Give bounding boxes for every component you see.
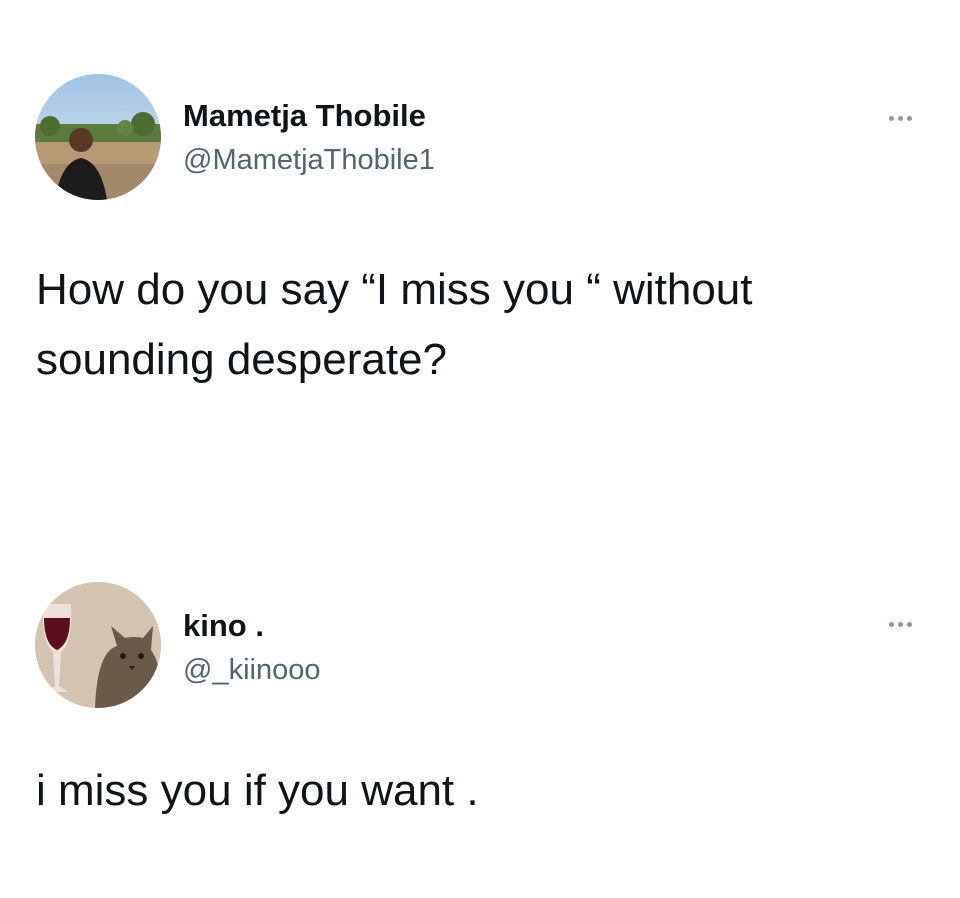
more-dots-icon	[888, 115, 894, 121]
display-name[interactable]: kino .	[183, 608, 264, 644]
user-handle[interactable]: @MametjaThobile1	[183, 142, 435, 178]
tweet-text: i miss you if you want .	[36, 766, 479, 815]
more-dots-icon	[897, 115, 903, 121]
more-dots-icon	[906, 621, 912, 627]
more-options-button[interactable]	[878, 106, 922, 130]
more-dots-icon	[906, 115, 912, 121]
tweet-text: How do you say “I miss you “ without sou…	[36, 265, 753, 384]
tweet-card: Mametja Thobile @MametjaThobile1 How do …	[0, 0, 960, 460]
user-handle[interactable]: @_kiinooo	[183, 652, 320, 688]
profile-photo-icon	[35, 582, 161, 708]
profile-photo-icon	[35, 74, 161, 200]
display-name[interactable]: Mametja Thobile	[183, 98, 426, 134]
more-dots-icon	[897, 621, 903, 627]
more-dots-icon	[888, 621, 894, 627]
tweet-card: kino . @_kiinooo i miss you if you want …	[0, 560, 960, 898]
more-options-button[interactable]	[878, 612, 922, 636]
avatar[interactable]	[35, 74, 161, 200]
avatar[interactable]	[35, 582, 161, 708]
